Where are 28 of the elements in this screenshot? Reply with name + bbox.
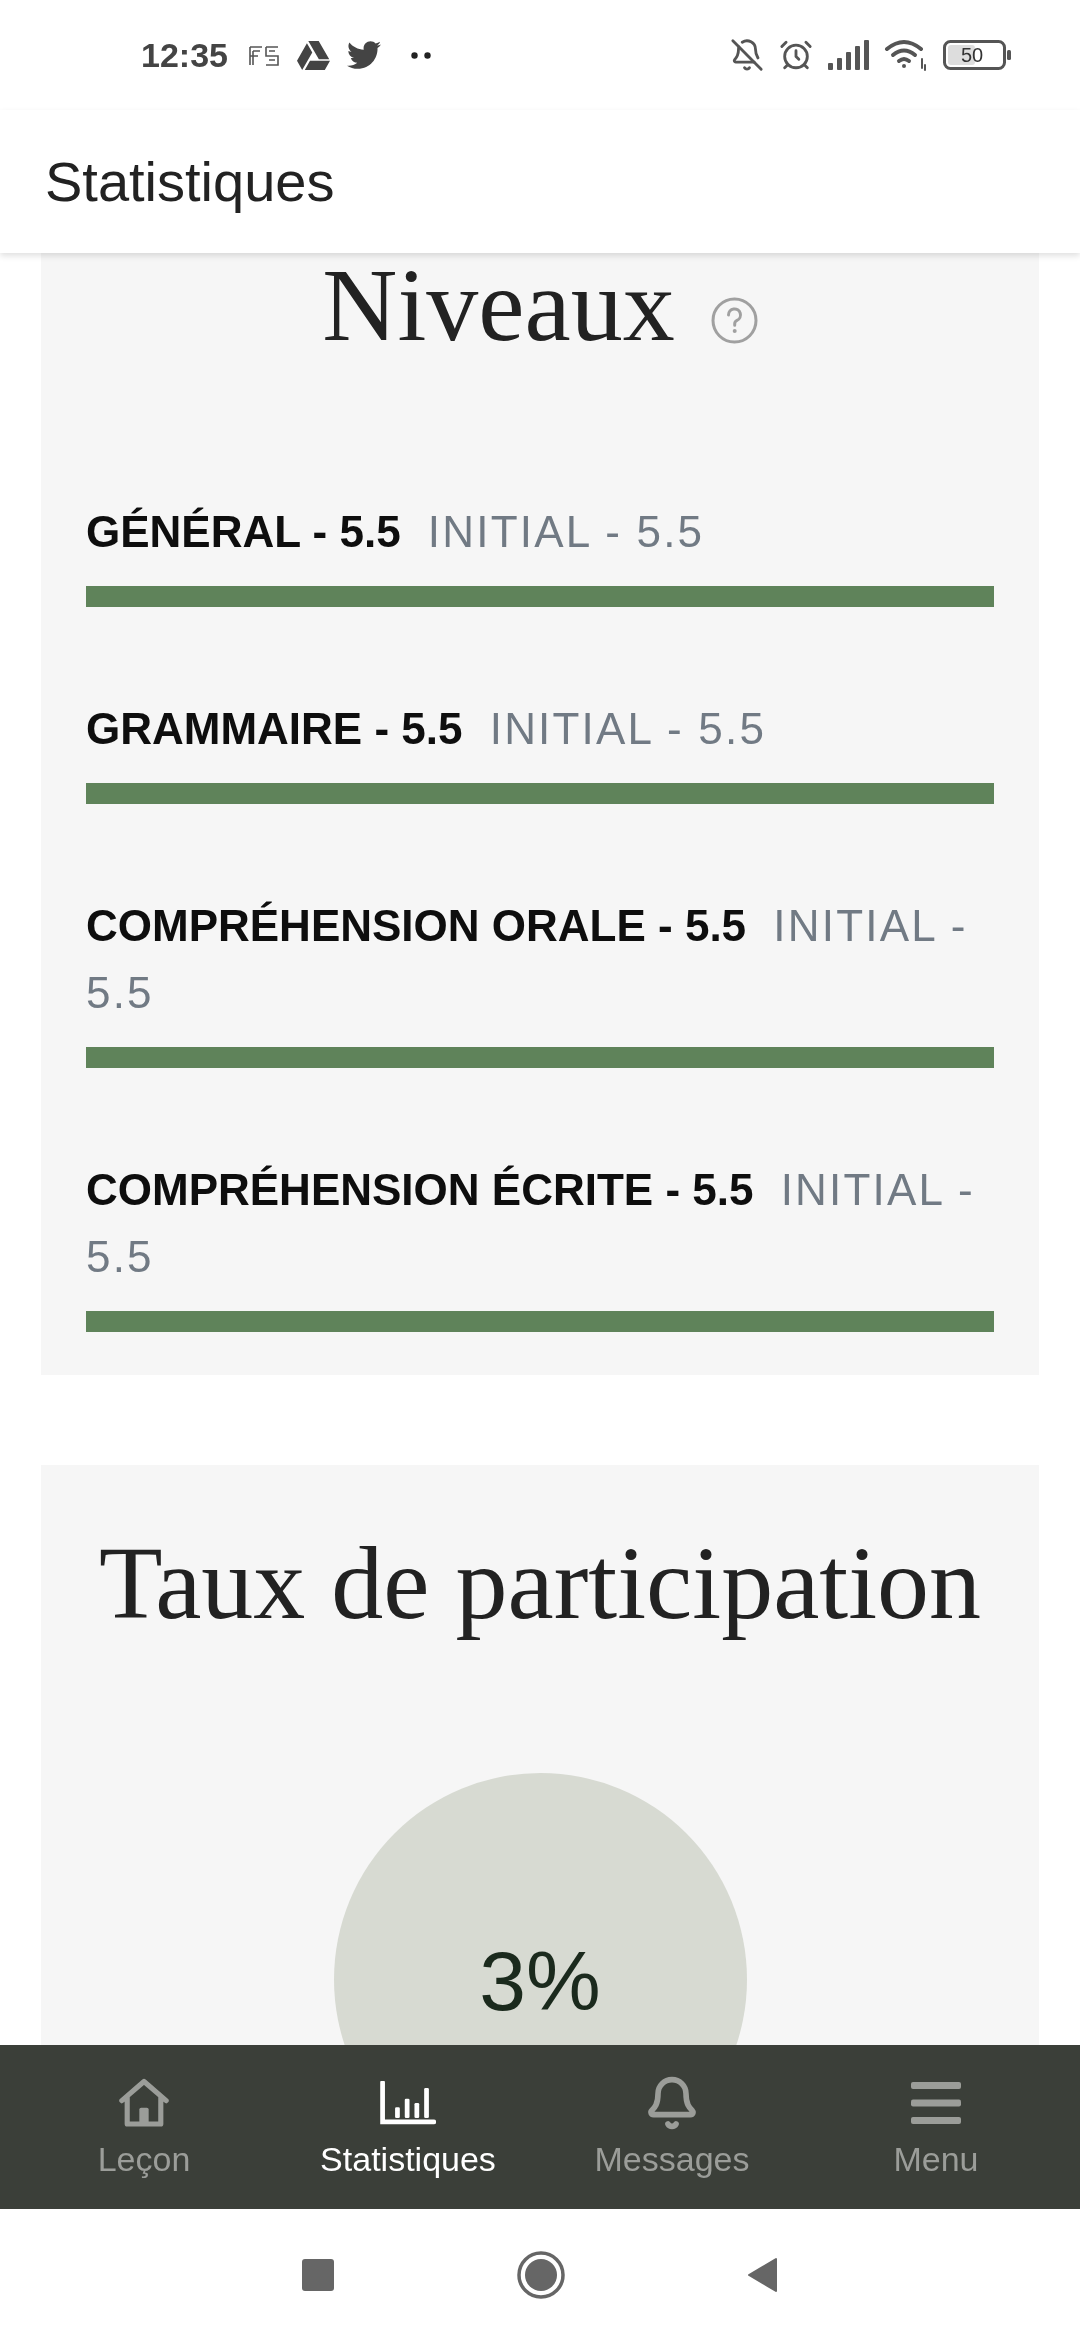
battery-icon (943, 40, 1012, 70)
levels-title: Niveaux (322, 253, 675, 357)
level-heading: COMPRÉHENSION ORALE - 5.5 INITIAL - 5.5 (86, 900, 969, 1019)
signal-icon (828, 40, 869, 70)
nav-tab[interactable]: Menu (804, 2045, 1068, 2209)
drive-icon (296, 38, 330, 72)
alarm-icon (779, 38, 813, 72)
participation-percent: 3% (479, 1939, 601, 2023)
nav-tab[interactable]: Leçon (12, 2045, 276, 2209)
nav-tab[interactable]: Statistiques (276, 2045, 540, 2209)
battery-percent: 50 (961, 44, 984, 66)
wifi-icon (884, 39, 928, 71)
bell-off-icon (730, 38, 764, 72)
back-button[interactable] (747, 2256, 778, 2293)
dots-icon (410, 51, 431, 59)
menu-icon (911, 2082, 961, 2124)
level-heading: GÉNÉRAL - 5.5 INITIAL - 5.5 (86, 506, 706, 558)
participation-title: Taux de participation (97, 1524, 983, 1642)
level-heading: COMPRÉHENSION ÉCRITE - 5.5 INITIAL - 5.5 (86, 1164, 976, 1283)
bird-icon (346, 38, 381, 72)
striped-logo-icon (247, 43, 280, 67)
recents-button[interactable] (302, 2258, 334, 2291)
level-heading: GRAMMAIRE - 5.5 INITIAL - 5.5 (86, 703, 768, 755)
page-title: Statistiques (45, 148, 335, 215)
bar-chart-icon (380, 2081, 436, 2125)
home-button[interactable] (517, 2250, 565, 2299)
clock-time: 12:35 (141, 38, 228, 72)
nav-tab[interactable]: Messages (540, 2045, 804, 2209)
